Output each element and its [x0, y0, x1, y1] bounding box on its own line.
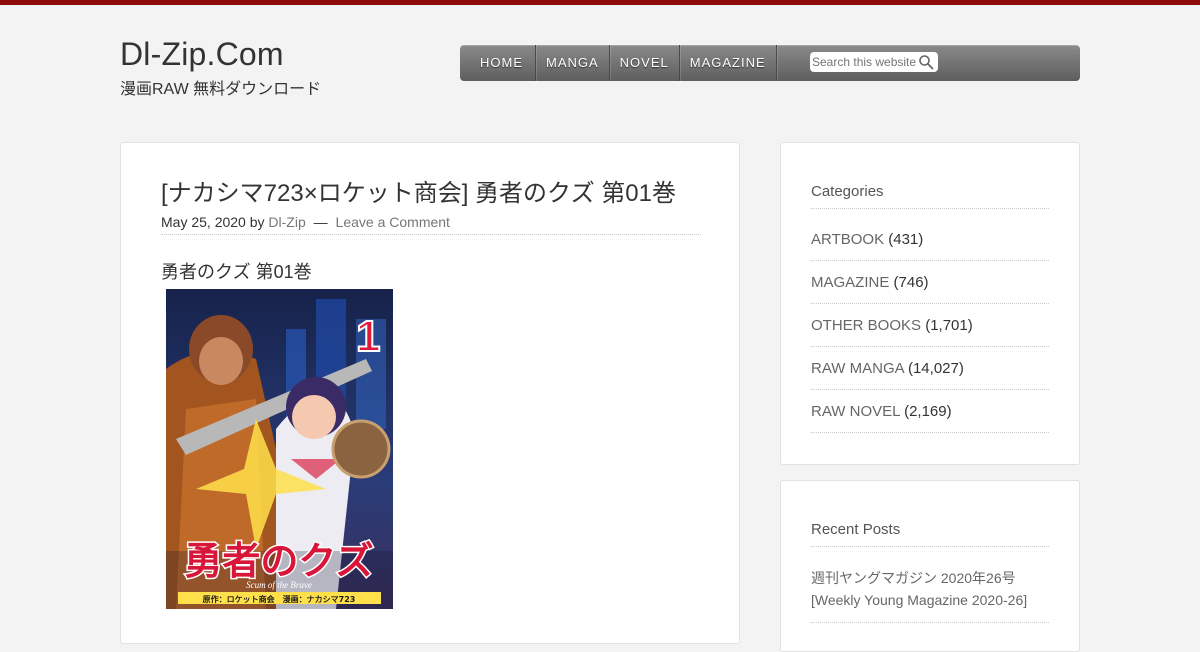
post-subtitle: 勇者のクズ 第01巻	[161, 262, 312, 282]
category-count: (746)	[893, 274, 929, 291]
category-count: (431)	[888, 231, 924, 248]
post-author-link[interactable]: Dl-Zip	[268, 214, 305, 230]
category-count: (14,027)	[907, 360, 964, 377]
list-item: ARTBOOK (431)	[811, 218, 1049, 261]
nav-item-magazine[interactable]: MAGAZINE	[680, 45, 777, 81]
search-form	[810, 52, 938, 72]
post-date: May 25, 2020	[161, 214, 246, 230]
category-link-magazine[interactable]: MAGAZINE	[811, 274, 889, 291]
site-title[interactable]: Dl-Zip.Com	[120, 36, 284, 73]
cover-logo-subtitle: Scum of the Brave	[246, 580, 312, 590]
leave-comment-link[interactable]: Leave a Comment	[336, 214, 450, 230]
cover-volume-number: 1	[356, 312, 380, 361]
list-item: OTHER BOOKS (1,701)	[811, 304, 1049, 347]
recent-post-line-2: [Weekly Young Magazine 2020-26]	[811, 592, 1028, 608]
category-link-artbook[interactable]: ARTBOOK	[811, 231, 884, 248]
main-nav: HOME MANGA NOVEL MAGAZINE	[460, 45, 1080, 81]
list-item: RAW NOVEL (2,169)	[811, 390, 1049, 433]
recent-posts-title: Recent Posts	[811, 521, 1049, 547]
cover-logo: 勇者のクズ	[184, 539, 373, 583]
search-input[interactable]	[810, 52, 916, 72]
recent-post-line-1: 週刊ヤングマガジン 2020年26号	[811, 570, 1016, 586]
site-description: 漫画RAW 無料ダウンロード	[120, 81, 322, 98]
recent-posts-widget: Recent Posts 週刊ヤングマガジン 2020年26号 [Weekly …	[780, 480, 1080, 652]
category-count: (1,701)	[925, 317, 973, 334]
categories-list: ARTBOOK (431) MAGAZINE (746) OTHER BOOKS…	[811, 218, 1049, 433]
post-meta: May 25, 2020 by Dl-Zip — Leave a Comment	[161, 214, 701, 235]
recent-post-link[interactable]: 週刊ヤングマガジン 2020年26号 [Weekly Young Magazin…	[811, 567, 1049, 623]
meta-separator: —	[313, 214, 328, 230]
categories-title: Categories	[811, 183, 1049, 209]
nav-item-novel[interactable]: NOVEL	[610, 45, 680, 81]
post-by-label: by	[249, 214, 265, 230]
list-item: RAW MANGA (14,027)	[811, 347, 1049, 390]
category-link-raw-manga[interactable]: RAW MANGA	[811, 360, 904, 377]
cover-image[interactable]: 1 勇者のクズ Scum of the Brave 原作：ロケット商会 漫画：ナ…	[166, 289, 393, 609]
nav-menu: HOME MANGA NOVEL MAGAZINE	[460, 45, 1080, 81]
category-link-other-books[interactable]: OTHER BOOKS	[811, 317, 921, 334]
top-accent-bar	[0, 0, 1200, 5]
category-link-raw-novel[interactable]: RAW NOVEL	[811, 403, 900, 420]
nav-item-manga[interactable]: MANGA	[536, 45, 610, 81]
categories-widget: Categories ARTBOOK (431) MAGAZINE (746) …	[780, 142, 1080, 465]
category-count: (2,169)	[904, 403, 952, 420]
main-content: [ナカシマ723×ロケット商会] 勇者のクズ 第01巻 May 25, 2020…	[120, 142, 740, 644]
list-item: MAGAZINE (746)	[811, 261, 1049, 304]
cover-credits: 原作：ロケット商会 漫画：ナカシマ723	[203, 594, 356, 604]
nav-item-home[interactable]: HOME	[460, 45, 536, 81]
magnifier-icon[interactable]	[918, 54, 934, 70]
cover-illustration: 1 勇者のクズ Scum of the Brave 原作：ロケット商会 漫画：ナ…	[166, 289, 393, 609]
post-title[interactable]: [ナカシマ723×ロケット商会] 勇者のクズ 第01巻	[161, 173, 676, 208]
